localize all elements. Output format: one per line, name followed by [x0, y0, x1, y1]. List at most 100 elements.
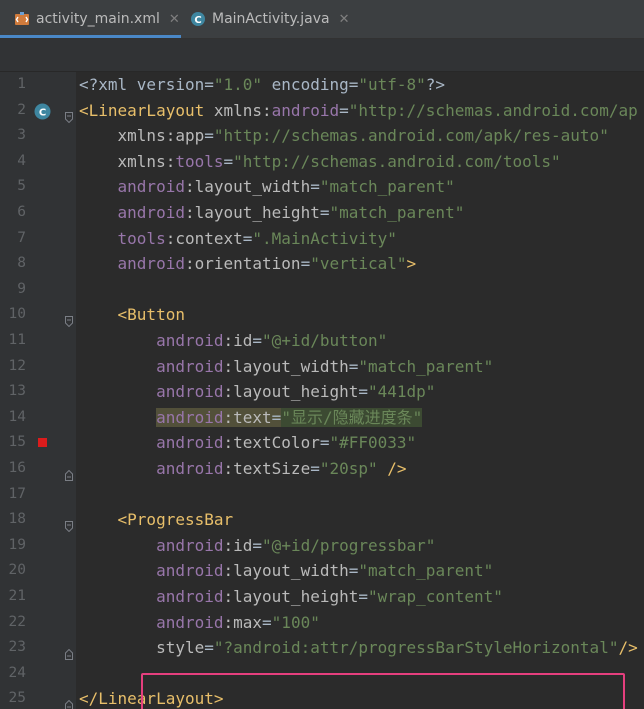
fold-marker-icon[interactable] [65, 309, 73, 328]
code-line[interactable]: 15 android:textColor="#FF0033" [0, 430, 644, 456]
code-token: android [117, 254, 185, 274]
code-token: = [252, 535, 263, 555]
code-token: "wrap_content" [368, 587, 503, 606]
code-token: android [117, 177, 185, 197]
line-code: style="?android:attr/progressBarStyleHor… [79, 635, 638, 661]
code-token: android [271, 100, 340, 120]
line-number: 1 [17, 76, 26, 92]
code-token: "http://schemas.android.com/tools" [233, 151, 561, 171]
line-code: android:max="100" [79, 610, 320, 636]
line-number: 21 [8, 588, 26, 604]
line-code: tools:context=".MainActivity" [79, 226, 397, 252]
code-line[interactable]: 20 android:layout_width="match_parent" [0, 558, 644, 584]
code-token: "1.0" [213, 75, 263, 94]
code-line[interactable]: 10 <Button [0, 302, 644, 328]
tab-activity-main-xml[interactable]: activity_main.xml ✕ [0, 0, 181, 38]
fold-marker-icon[interactable] [65, 105, 73, 123]
code-token: :layout_width [223, 356, 349, 376]
line-code: android:layout_width="match_parent" [79, 354, 493, 380]
code-line[interactable]: 11 android:id="@+id/button" [0, 328, 644, 354]
code-token: android [156, 382, 224, 402]
code-line[interactable]: 6 android:layout_height="match_parent" [0, 200, 644, 226]
line-code: <ProgressBar [79, 507, 234, 533]
line-code: android:layout_height="match_parent" [79, 200, 465, 226]
code-line[interactable]: 22 android:max="100" [0, 610, 644, 636]
line-number: 2 [17, 101, 26, 118]
code-line[interactable]: 25 </LinearLayout> [0, 686, 644, 709]
code-token: "#FF0033" [329, 433, 417, 453]
code-token: <Button [117, 305, 185, 325]
code-token: android [156, 561, 224, 581]
editor-toolstrip [0, 39, 644, 72]
close-tab-icon[interactable]: ✕ [339, 12, 350, 27]
code-line[interactable]: 7 tools:context=".MainActivity" [0, 226, 644, 252]
code-token: :orientation [184, 254, 301, 274]
code-token: :max [223, 612, 263, 632]
code-line[interactable]: 18 <ProgressBar [0, 507, 644, 533]
code-line[interactable]: 14 android:text="显示/隐藏进度条" [0, 405, 644, 431]
fold-marker-icon[interactable] [65, 514, 73, 533]
line-number: 24 [8, 664, 26, 681]
code-token: "@+id/progressbar" [262, 535, 436, 555]
code-line[interactable]: 2 C <LinearLayout xmlns:android="http://sc… [0, 98, 644, 124]
tab-main-activity-java[interactable]: C MainActivity.java ✕ [190, 0, 349, 38]
code-line[interactable]: 8 android:orientation="vertical"> [0, 251, 644, 277]
code-line[interactable]: 13 android:layout_height="441dp" [0, 379, 644, 405]
code-line[interactable]: 23 style="?android:attr/progressBarStyle… [0, 635, 644, 661]
code-line[interactable]: 1 <?xml version="1.0" encoding="utf-8"?> [0, 72, 644, 98]
line-number: 5 [17, 178, 26, 195]
java-class-icon: C [190, 11, 206, 27]
code-line[interactable]: 9 [0, 277, 644, 303]
line-number: 17 [8, 485, 26, 502]
code-token: style [156, 638, 205, 658]
code-line[interactable]: 5 android:layout_width="match_parent" [0, 174, 644, 200]
line-number: 20 [8, 562, 26, 579]
code-editor[interactable]: 1 <?xml version="1.0" encoding="utf-8"?> 2… [0, 72, 644, 709]
line-code: <Button [79, 302, 185, 328]
line-number: 3 [17, 127, 26, 144]
code-line[interactable]: 4 xmlns:tools="http://schemas.android.co… [0, 149, 644, 175]
code-line[interactable]: 3 xmlns:app="http://schemas.android.com/… [0, 123, 644, 149]
fold-marker-icon[interactable] [65, 463, 73, 481]
code-token: /> [618, 638, 638, 658]
line-number: 18 [8, 511, 26, 528]
code-line[interactable]: 16 android:textSize="20sp" /> [0, 456, 644, 482]
code-token: "@+id/button" [262, 331, 388, 350]
code-token: </LinearLayout> [79, 689, 224, 709]
code-line[interactable]: 17 [0, 482, 644, 508]
fold-marker-icon[interactable] [65, 693, 73, 709]
tab-label: activity_main.xml [36, 11, 160, 27]
code-token: = [339, 100, 349, 120]
code-line[interactable]: 21 android:layout_height="wrap_content" [0, 584, 644, 610]
code-token: = [300, 254, 311, 274]
code-line[interactable]: 19 android:id="@+id/progressbar" [0, 533, 644, 559]
code-token: = [242, 228, 253, 248]
code-token: = [348, 356, 359, 376]
code-line[interactable]: 24 [0, 661, 644, 687]
xml-file-icon [14, 11, 30, 27]
class-gutter-icon[interactable]: C [34, 102, 51, 120]
code-line[interactable]: 12 android:layout_width="match_parent" [0, 354, 644, 380]
code-token: :textColor [223, 433, 320, 453]
breakpoint-marker-icon[interactable] [38, 438, 47, 448]
editor-tab-bar: activity_main.xml ✕ C MainActivity.java … [0, 0, 644, 39]
code-token: :id [223, 535, 253, 555]
line-code: android:layout_width="match_parent" [79, 174, 455, 200]
code-token: android [156, 356, 224, 376]
line-code: android:layout_height="wrap_content" [79, 584, 503, 610]
fold-marker-icon[interactable] [65, 642, 73, 661]
line-code: <?xml version="1.0" encoding="utf-8"?> [79, 72, 445, 98]
code-token: :text [223, 407, 272, 427]
close-tab-icon[interactable]: ✕ [169, 12, 180, 27]
line-number: 13 [8, 383, 26, 400]
code-token: ".MainActivity" [252, 228, 397, 248]
code-token: "match_parent" [329, 203, 465, 222]
